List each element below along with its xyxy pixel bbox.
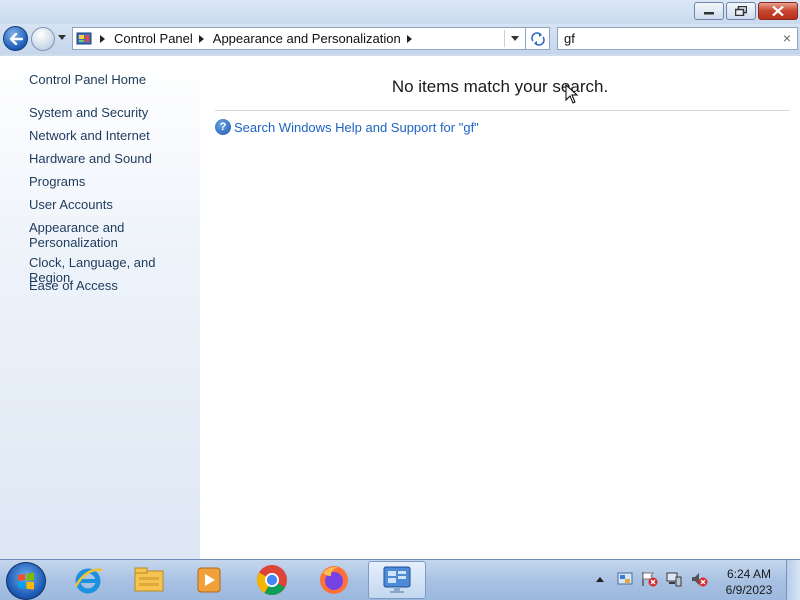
- internet-explorer-icon: [74, 568, 103, 594]
- search-input[interactable]: gf ×: [557, 27, 798, 50]
- network-icon[interactable]: [665, 571, 683, 587]
- title-bar: [0, 0, 800, 24]
- main-content: No items match your search. ? Search Win…: [200, 56, 800, 559]
- chrome-icon: [256, 565, 287, 596]
- clock-time: 6:24 AM: [726, 567, 772, 581]
- breadcrumb-arrow-icon[interactable]: [198, 34, 204, 43]
- show-hidden-icons-button[interactable]: [596, 576, 604, 582]
- show-desktop-button[interactable]: [786, 560, 800, 600]
- refresh-icon: [530, 31, 545, 46]
- minimize-icon: [704, 12, 714, 15]
- recent-pages-dropdown[interactable]: [58, 35, 66, 40]
- back-arrow-icon: [9, 32, 23, 45]
- sidebar-home-link[interactable]: Control Panel Home: [29, 72, 194, 87]
- sidebar-item-system-security[interactable]: System and Security: [29, 105, 194, 120]
- control-panel-icon: [76, 31, 94, 47]
- help-link-label[interactable]: Search Windows Help and Support for "gf": [234, 120, 479, 135]
- clear-search-icon[interactable]: ×: [783, 30, 791, 46]
- close-icon: [772, 6, 784, 16]
- window-controls: [694, 2, 798, 20]
- search-value: gf: [564, 31, 575, 46]
- taskbar-chrome[interactable]: [243, 561, 301, 599]
- restore-icon: [735, 6, 747, 16]
- sidebar-item-appearance[interactable]: Appearance and Personalization: [29, 220, 129, 250]
- help-icon: ?: [215, 119, 231, 135]
- action-center-icon[interactable]: [640, 571, 658, 587]
- forward-button[interactable]: [31, 27, 55, 51]
- windows-logo-icon: [18, 572, 34, 590]
- taskbar-firefox[interactable]: [305, 561, 363, 599]
- help-search-link[interactable]: ? Search Windows Help and Support for "g…: [215, 119, 479, 135]
- media-player-icon: [197, 567, 221, 593]
- breadcrumb-arrow-icon[interactable]: [100, 34, 105, 43]
- refresh-button[interactable]: [526, 27, 550, 50]
- breadcrumb-control-panel[interactable]: Control Panel: [114, 31, 193, 46]
- divider: [215, 110, 790, 111]
- taskbar: 6:24 AM 6/9/2023: [0, 559, 800, 600]
- system-tray: [596, 571, 708, 587]
- address-bar[interactable]: Control Panel Appearance and Personaliza…: [72, 27, 526, 50]
- sidebar-item-programs[interactable]: Programs: [29, 174, 194, 189]
- address-dropdown-icon[interactable]: [511, 36, 519, 41]
- taskbar-control-panel[interactable]: [368, 561, 426, 599]
- clock-date: 6/9/2023: [725, 583, 773, 597]
- sidebar: Control Panel Home System and Security N…: [0, 56, 200, 559]
- sidebar-item-hardware-sound[interactable]: Hardware and Sound: [29, 151, 194, 166]
- no-results-message: No items match your search.: [391, 77, 609, 96]
- file-explorer-icon: [134, 567, 164, 592]
- minimize-button[interactable]: [694, 2, 724, 20]
- restore-button[interactable]: [726, 2, 756, 20]
- breadcrumb-arrow-icon[interactable]: [406, 34, 412, 43]
- start-button[interactable]: [6, 562, 46, 600]
- control-panel-icon: [383, 566, 411, 593]
- sidebar-item-ease-of-access[interactable]: Ease of Access: [29, 278, 194, 293]
- navigation-bar: Control Panel Appearance and Personaliza…: [0, 24, 800, 54]
- back-button[interactable]: [3, 26, 28, 51]
- firefox-icon: [320, 566, 348, 594]
- sidebar-item-network-internet[interactable]: Network and Internet: [29, 128, 194, 143]
- taskbar-media-player[interactable]: [180, 561, 238, 599]
- close-button[interactable]: [758, 2, 798, 20]
- taskbar-internet-explorer[interactable]: [59, 561, 117, 599]
- divider: [504, 30, 505, 47]
- taskbar-clock[interactable]: 6:24 AM 6/9/2023: [712, 566, 786, 598]
- mouse-cursor-icon: [565, 84, 579, 104]
- taskbar-file-explorer[interactable]: [120, 561, 178, 599]
- language-bar-icon[interactable]: [617, 571, 633, 587]
- breadcrumb-appearance[interactable]: Appearance and Personalization: [213, 31, 401, 46]
- volume-muted-icon[interactable]: [690, 571, 708, 587]
- sidebar-item-user-accounts[interactable]: User Accounts: [29, 197, 194, 212]
